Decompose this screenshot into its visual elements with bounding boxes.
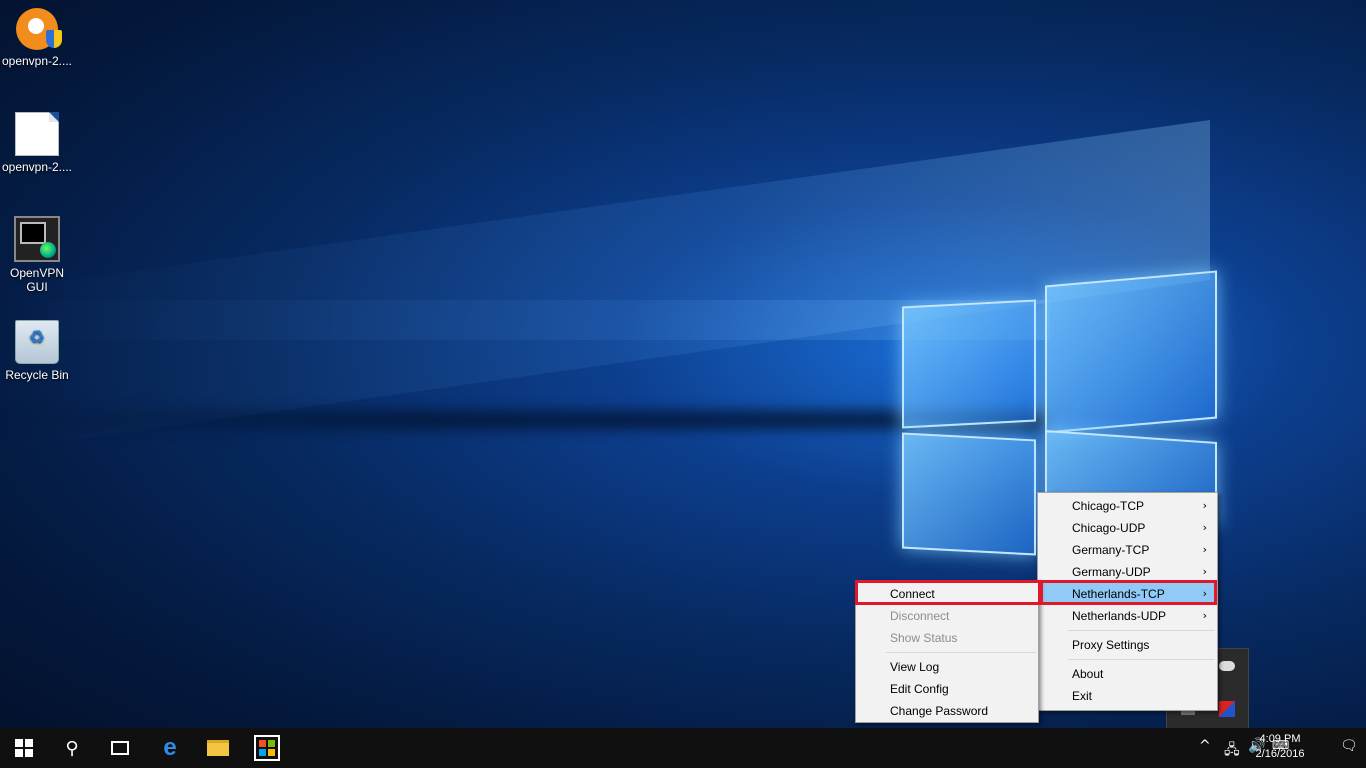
menu-item-germany-tcp[interactable]: Germany-TCP › [1038,539,1217,561]
menu-item-label: Chicago-TCP [1072,499,1145,513]
clock-date: 2/16/2016 [1255,748,1305,760]
search-button[interactable]: ⚲ [48,728,96,768]
submenu-arrow-icon: › [1202,521,1207,534]
menu-separator [886,652,1036,653]
menu-item-view-log[interactable]: View Log [856,656,1038,678]
menu-item-connect[interactable]: Connect [856,583,1038,605]
menu-item-label: View Log [890,660,940,674]
start-button[interactable] [0,728,48,768]
submenu-arrow-icon: › [1202,587,1207,600]
menu-item-edit-config[interactable]: Edit Config [856,678,1038,700]
task-view-button[interactable] [96,728,144,768]
menu-item-chicago-tcp[interactable]: Chicago-TCP › [1038,495,1217,517]
menu-item-about[interactable]: About [1038,663,1217,685]
logo-pane-top-right [1045,270,1217,434]
onedrive-icon[interactable] [1219,661,1235,671]
menu-item-label: Edit Config [890,682,949,696]
submenu-arrow-icon: › [1202,543,1207,556]
desktop-icon-label: Recycle Bin [5,368,69,382]
menu-item-label: Proxy Settings [1072,638,1150,652]
task-view-icon [111,741,129,755]
submenu-arrow-icon: › [1202,609,1207,622]
menu-item-label: Chicago-UDP [1072,521,1146,535]
menu-item-netherlands-udp[interactable]: Netherlands-UDP › [1038,605,1217,627]
desktop-icon-openvpn-file[interactable]: openvpn-2.... [0,112,74,174]
taskbar: ⚲ e ^ 🖧 🔊 ⌨ 4:09 PM 2/16/2016 🗨 [0,728,1366,768]
logo-pane-bottom-left [902,432,1036,556]
chevron-up-icon[interactable]: ^ [1199,738,1211,754]
connection-submenu: Connect Disconnect Show Status View Log … [855,580,1039,723]
menu-item-label: Change Password [890,704,989,718]
logo-pane-top-left [902,299,1036,429]
edge-button[interactable]: e [146,728,194,768]
file-explorer-button[interactable] [194,728,242,768]
system-clock[interactable]: 4:09 PM 2/16/2016 [1250,732,1310,762]
blank-file-icon [15,112,59,156]
store-button[interactable] [243,728,291,768]
menu-item-label: Germany-UDP [1072,565,1151,579]
menu-item-label: Connect [890,587,935,601]
store-icon [254,735,280,761]
menu-item-chicago-udp[interactable]: Chicago-UDP › [1038,517,1217,539]
clock-time: 4:09 PM [1259,733,1301,745]
search-icon: ⚲ [65,737,79,759]
menu-item-label: Netherlands-TCP [1072,587,1165,601]
submenu-arrow-icon: › [1202,565,1207,578]
desktop-icon-openvpn-gui[interactable]: OpenVPN GUI [0,216,74,294]
desktop-icon-label: openvpn-2.... [1,160,73,174]
desktop-icon-openvpn-installer[interactable]: openvpn-2.... [0,8,74,68]
menu-separator [1068,630,1215,631]
menu-item-change-password[interactable]: Change Password [856,700,1038,722]
openvpn-tray-icon[interactable] [1219,701,1235,717]
menu-item-label: Germany-TCP [1072,543,1150,557]
desktop-icon-label: OpenVPN GUI [9,266,65,294]
menu-item-netherlands-tcp[interactable]: Netherlands-TCP › [1038,583,1217,605]
menu-item-label: Exit [1072,689,1093,703]
menu-item-label: Netherlands-UDP [1072,609,1167,623]
start-icon [15,739,33,757]
menu-separator [1068,659,1215,660]
menu-item-label: Show Status [890,631,958,645]
desktop-icon-recycle-bin[interactable]: Recycle Bin [0,320,74,382]
menu-item-exit[interactable]: Exit [1038,685,1217,707]
openvpn-config-menu: Chicago-TCP › Chicago-UDP › Germany-TCP … [1037,492,1218,711]
menu-item-show-status: Show Status [856,627,1038,649]
edge-icon: e [163,734,177,761]
menu-item-germany-udp[interactable]: Germany-UDP › [1038,561,1217,583]
recycle-bin-icon [15,320,59,364]
menu-item-disconnect: Disconnect [856,605,1038,627]
openvpn-gui-icon [14,216,60,262]
menu-item-label: About [1072,667,1104,681]
menu-item-proxy-settings[interactable]: Proxy Settings [1038,634,1217,656]
submenu-arrow-icon: › [1202,499,1207,512]
menu-item-label: Disconnect [890,609,950,623]
file-explorer-icon [207,740,229,756]
openvpn-installer-icon [16,8,62,50]
action-center-icon[interactable]: 🗨 [1340,738,1358,754]
network-icon[interactable]: 🖧 [1224,739,1240,763]
desktop-icon-label: openvpn-2.... [1,54,73,68]
